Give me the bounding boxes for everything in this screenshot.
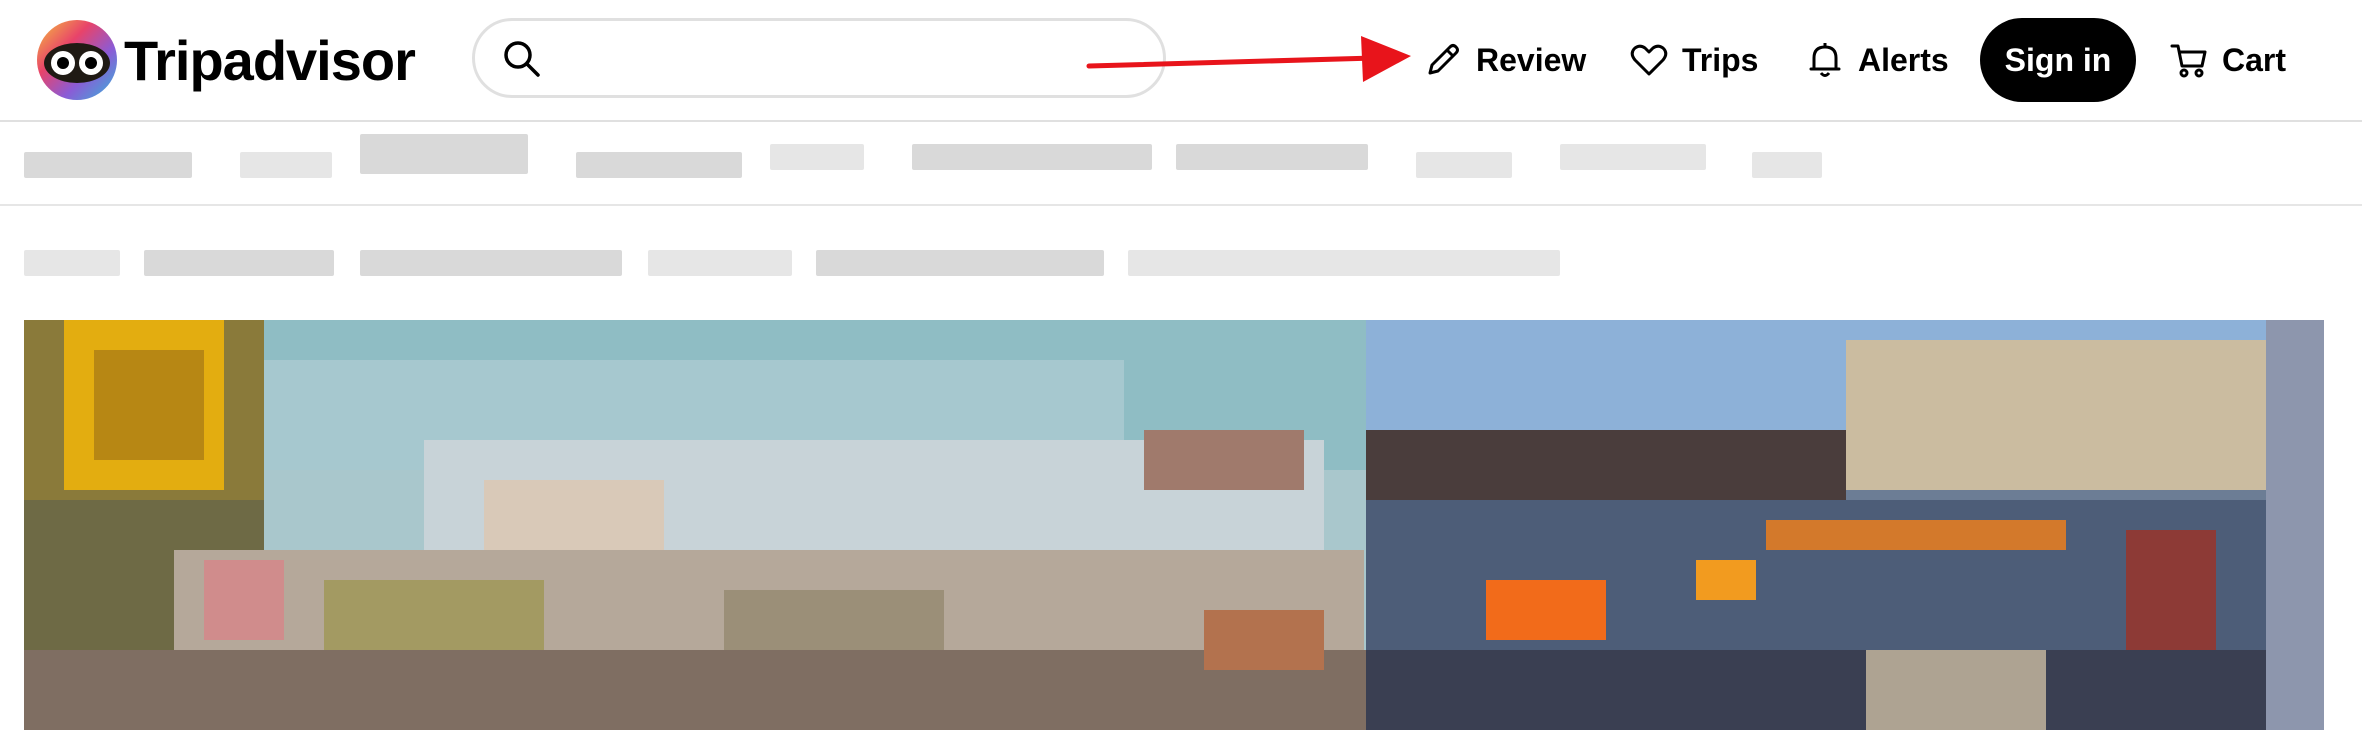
main-photo[interactable] xyxy=(24,320,1366,730)
bell-icon xyxy=(1809,43,1841,77)
blurred-nav-item xyxy=(1176,144,1368,170)
blurred-nav-item xyxy=(912,144,1152,170)
blurred-crumb xyxy=(1128,250,1560,276)
blurred-nav-item xyxy=(1416,152,1512,178)
tripadvisor-logo[interactable]: Tripadvisor xyxy=(36,18,416,102)
alerts-label: Alerts xyxy=(1858,41,1949,78)
top-header: Tripadvisor Review Trips Alerts Sign in … xyxy=(0,0,2362,122)
blurred-nav-item xyxy=(360,134,528,174)
heart-icon xyxy=(1630,44,1668,76)
blurred-crumb xyxy=(24,250,120,276)
blurred-nav-item xyxy=(576,152,742,178)
cart-icon xyxy=(2170,44,2207,78)
blurred-crumb xyxy=(144,250,334,276)
sign-in-button[interactable]: Sign in xyxy=(1980,18,2136,102)
cart-label: Cart xyxy=(2222,41,2287,78)
blurred-crumb xyxy=(360,250,622,276)
blurred-crumb xyxy=(816,250,1104,276)
review-label: Review xyxy=(1476,41,1587,78)
photo-gallery xyxy=(24,320,2324,730)
alerts-link[interactable]: Alerts xyxy=(1806,30,1949,90)
blurred-nav-item xyxy=(240,152,332,178)
brand-name: Tripadvisor xyxy=(124,28,416,92)
search-bar[interactable] xyxy=(472,18,1166,98)
blurred-nav-item xyxy=(1560,144,1706,170)
search-icon xyxy=(504,41,540,77)
blurred-category-nav xyxy=(0,122,2362,206)
blurred-nav-item xyxy=(770,144,864,170)
review-link[interactable]: Review xyxy=(1424,30,1586,90)
trips-label: Trips xyxy=(1682,41,1759,78)
blurred-nav-item xyxy=(1752,152,1822,178)
blurred-nav-item xyxy=(24,152,192,178)
owl-logo-icon xyxy=(37,20,117,100)
annotation-arrow xyxy=(1086,36,1411,82)
trips-link[interactable]: Trips xyxy=(1630,30,1758,90)
search-input[interactable] xyxy=(557,27,1133,89)
blurred-crumb xyxy=(648,250,792,276)
pencil-icon xyxy=(1428,44,1459,75)
secondary-photo[interactable] xyxy=(1366,320,2324,730)
cart-link[interactable]: Cart xyxy=(2170,30,2286,90)
